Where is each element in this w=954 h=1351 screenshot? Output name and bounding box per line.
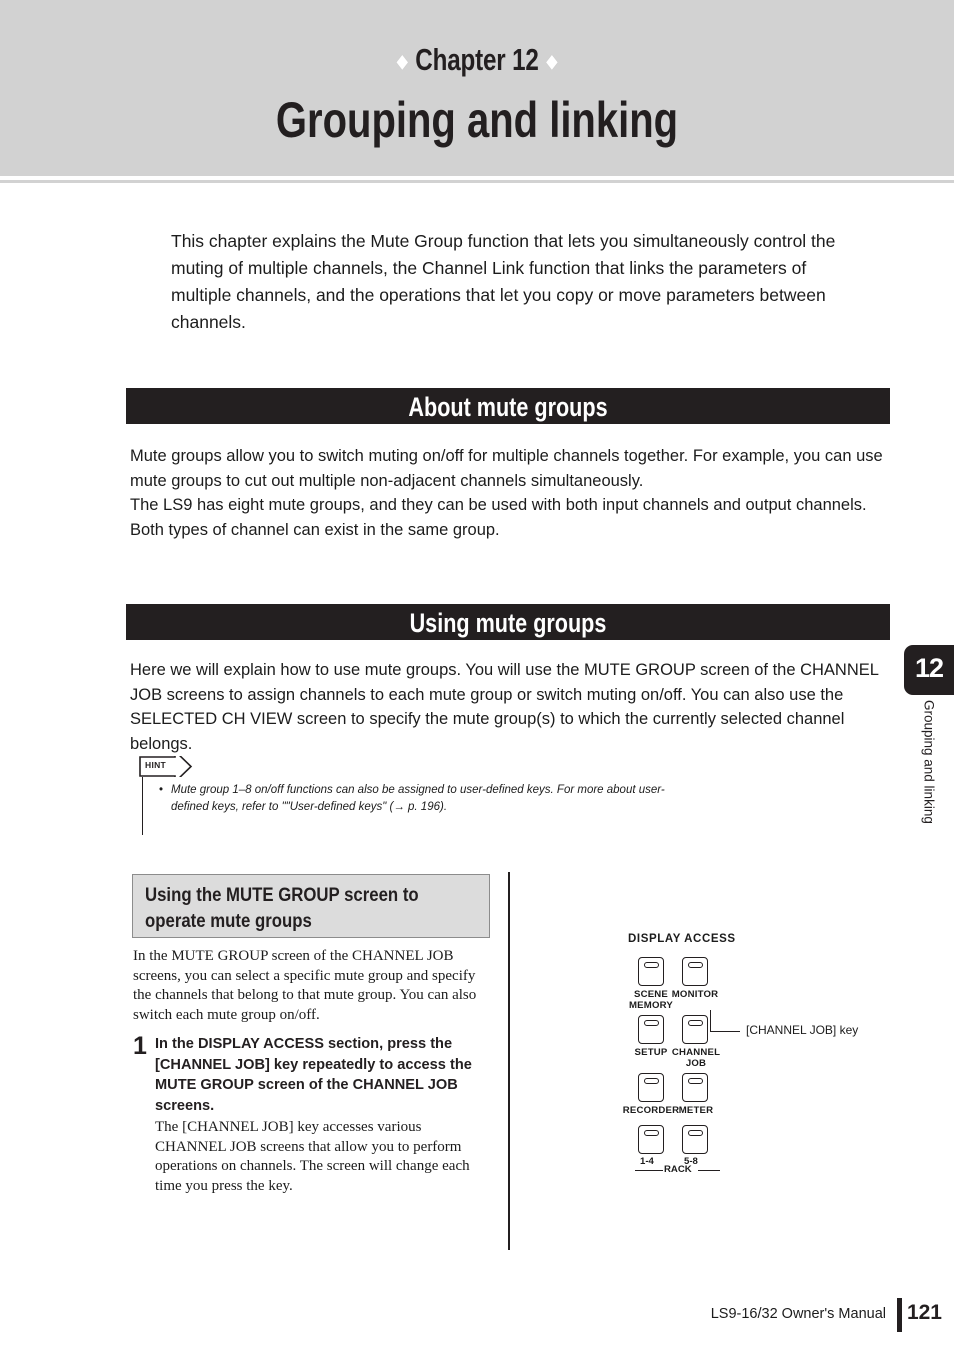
step-detail: The [CHANNEL JOB] key accesses various C…	[155, 1119, 470, 1194]
footer-manual-name: LS9-16/32 Owner's Manual	[710, 1306, 886, 1322]
section-header-about-label: About mute groups	[408, 392, 608, 422]
led-indicator-icon	[643, 1129, 659, 1136]
hint-badge: HINT	[139, 756, 193, 777]
step-number: 1	[133, 1032, 147, 1060]
page-title: Grouping and linking	[275, 92, 679, 148]
side-tab-label-wrap: Grouping and linking	[904, 700, 954, 890]
section-body-about: Mute groups allow you to switch muting o…	[130, 447, 883, 539]
hint-badge-label: HINT	[145, 760, 167, 770]
callout-channel-job: [CHANNEL JOB] key	[746, 1023, 859, 1037]
chapter-intro: This chapter explains the Mute Group fun…	[171, 231, 836, 332]
key-label-rack-1-4: 1-4	[640, 1156, 654, 1167]
key-meter[interactable]	[682, 1073, 708, 1102]
chapter-number-line: ◆ Chapter 12 ◆	[105, 42, 849, 78]
hint-note: • Mute group 1–8 on/off functions can al…	[159, 782, 679, 816]
rack-underline-left	[635, 1170, 663, 1172]
manual-page: ◆ Chapter 12 ◆ Grouping and linking This c…	[0, 0, 954, 1351]
led-indicator-icon	[643, 961, 659, 968]
key-setup[interactable]	[638, 1015, 664, 1044]
page-number: 121	[906, 1301, 942, 1324]
banner-divider	[0, 180, 954, 183]
subsection-heading-box: Using the MUTE GROUP screen to operate m…	[132, 874, 490, 938]
callout-leader-vertical	[710, 1010, 712, 1032]
rack-underline-right	[698, 1170, 720, 1172]
diamond-left-icon: ◆	[396, 51, 408, 71]
callout-leader-line	[710, 1031, 740, 1033]
footer-divider-bar	[897, 1298, 902, 1332]
diagram-section-title: DISPLAY ACCESS	[628, 933, 736, 945]
key-label-meter: METER	[678, 1105, 714, 1116]
key-monitor[interactable]	[682, 957, 708, 986]
section-header-using: Using mute groups	[126, 604, 890, 640]
subsection-intro: In the MUTE GROUP screen of the CHANNEL …	[133, 948, 477, 1023]
chapter-banner	[0, 0, 954, 176]
led-indicator-icon	[687, 961, 703, 968]
subsection-heading-label: Using the MUTE GROUP screen to operate m…	[145, 884, 419, 932]
chapter-number: Chapter 12	[415, 42, 539, 77]
step-instruction: In the DISPLAY ACCESS section, press the…	[155, 1036, 472, 1114]
led-indicator-icon	[687, 1019, 703, 1026]
diagram-rack-label: RACK	[664, 1164, 692, 1175]
hint-callout: HINT • Mute group 1–8 on/off functions c…	[139, 756, 699, 835]
led-indicator-icon	[643, 1077, 659, 1084]
led-indicator-icon	[687, 1129, 703, 1136]
key-label-channel-job: CHANNEL JOB	[671, 1047, 721, 1069]
bullet-icon: •	[159, 784, 164, 796]
diamond-right-icon: ◆	[546, 51, 558, 71]
section-body-using: Here we will explain how to use mute gro…	[130, 661, 879, 753]
chapter-side-tab: 12	[904, 645, 954, 695]
page-footer: LS9-16/32 Owner's Manual 121	[0, 1296, 954, 1336]
hint-vertical-rule	[142, 777, 144, 835]
key-scene-memory[interactable]	[638, 957, 664, 986]
step-1: 1 In the DISPLAY ACCESS section, press t…	[133, 1032, 491, 1116]
side-tab-number: 12	[914, 653, 944, 683]
hint-note-text: Mute group 1–8 on/off functions can also…	[171, 784, 665, 813]
key-rack-1-4[interactable]	[638, 1125, 664, 1154]
key-recorder[interactable]	[638, 1073, 664, 1102]
led-indicator-icon	[687, 1077, 703, 1084]
key-label-monitor: MONITOR	[671, 989, 719, 1000]
column-divider	[508, 872, 510, 1250]
section-header-using-label: Using mute groups	[409, 608, 607, 638]
key-rack-5-8[interactable]	[682, 1125, 708, 1154]
key-channel-job[interactable]	[682, 1015, 708, 1044]
led-indicator-icon	[643, 1019, 659, 1026]
side-tab-label: Grouping and linking	[921, 700, 937, 824]
section-header-about: About mute groups	[126, 388, 890, 424]
display-access-diagram: DISPLAY ACCESS SCENE MEMORY MONITOR SETUP…	[600, 925, 900, 1175]
